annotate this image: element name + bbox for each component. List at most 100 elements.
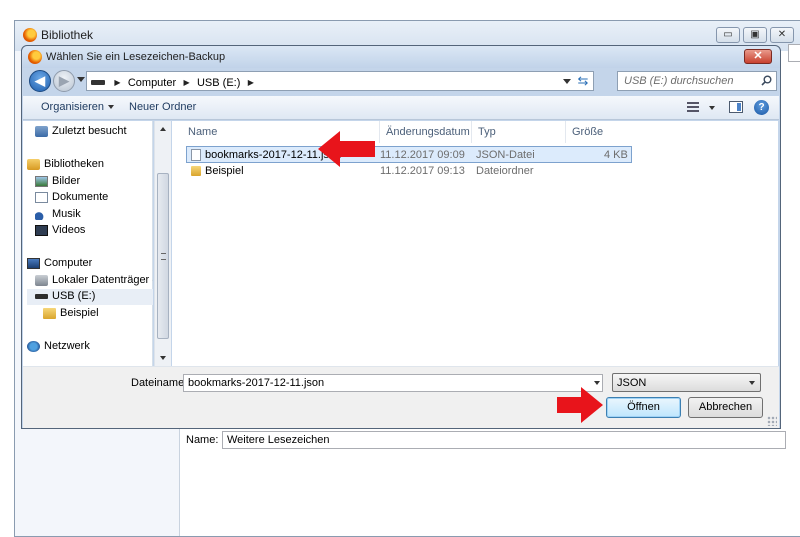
filetype-select[interactable]: JSON	[612, 373, 761, 392]
library-title: Bibliothek	[41, 28, 94, 42]
nav-item-usb-folder[interactable]: Beispiel	[43, 307, 99, 319]
file-type: Dateiordner	[476, 165, 534, 177]
search-placeholder: USB (E:) durchsuchen	[624, 75, 734, 87]
hard-disk-icon	[35, 274, 48, 286]
address-row: ◀ ▶ ▶ Computer ▶ USB (E:) ▶ ⇆ USB (E:) d…	[26, 68, 777, 98]
videos-icon	[35, 224, 48, 236]
resize-grip-icon[interactable]	[767, 416, 777, 426]
dialog-close-button[interactable]: ✕	[744, 49, 772, 64]
chevron-right-icon[interactable]: ▶	[114, 78, 120, 87]
chevron-right-icon[interactable]: ▶	[248, 78, 254, 87]
name-label: Name:	[186, 434, 219, 446]
filename-field[interactable]: bookmarks-2017-12-11.json	[183, 374, 603, 392]
music-icon	[35, 208, 48, 220]
file-name: Beispiel	[205, 165, 244, 177]
file-open-dialog: Wählen Sie ein Lesezeichen-Backup ✕ ◀ ▶ …	[21, 45, 781, 429]
network-icon	[27, 340, 40, 352]
scroll-down-arrow-icon[interactable]	[160, 356, 166, 360]
filename-label: Dateiname:	[131, 377, 188, 389]
file-row[interactable]: bookmarks-2017-12-11.json 11.12.2017 09:…	[186, 146, 632, 163]
nav-item-local-disk[interactable]: Lokaler Datenträger (C:)	[35, 274, 153, 286]
annotation-arrow-left-icon	[318, 131, 375, 167]
scrollbar-thumb[interactable]	[157, 173, 169, 339]
forward-button[interactable]: ▶	[53, 70, 75, 92]
nav-item-libraries[interactable]: Bibliotheken	[27, 158, 104, 170]
breadcrumb-usb[interactable]: USB (E:)	[197, 77, 240, 89]
organize-label: Organisieren	[41, 101, 104, 113]
file-type: JSON-Datei	[476, 149, 535, 161]
preview-pane-icon[interactable]	[729, 101, 743, 113]
address-dropdown[interactable]	[563, 79, 571, 84]
minimize-button[interactable]: ▭	[716, 27, 740, 43]
navigation-pane: Zuletzt besucht Bibliotheken Bilder Doku…	[23, 121, 153, 366]
help-icon[interactable]: ?	[754, 100, 769, 115]
json-file-icon	[191, 149, 201, 162]
maximize-button[interactable]: ▣	[743, 27, 767, 43]
search-input[interactable]: USB (E:) durchsuchen	[617, 71, 777, 91]
scroll-up-arrow-icon[interactable]	[160, 127, 166, 131]
nav-label: Videos	[52, 224, 86, 236]
nav-label: Zuletzt besucht	[52, 125, 127, 137]
column-header-date[interactable]: Änderungsdatum	[380, 121, 472, 143]
drive-icon	[91, 80, 105, 86]
back-button[interactable]: ◀	[29, 70, 51, 92]
file-date: 11.12.2017 09:09	[380, 149, 465, 161]
nav-item-recent[interactable]: Zuletzt besucht	[35, 125, 127, 137]
breadcrumb[interactable]: ▶ Computer ▶ USB (E:) ▶ ⇆	[86, 71, 594, 91]
filetype-value: JSON	[617, 377, 647, 389]
nav-item-music[interactable]: Musik	[35, 208, 81, 220]
nav-item-network[interactable]: Netzwerk	[27, 340, 90, 352]
search-icon[interactable]	[761, 75, 772, 86]
file-row[interactable]: Beispiel 11.12.2017 09:13 Dateiordner	[186, 163, 632, 180]
name-field[interactable]: Weitere Lesezeichen	[222, 431, 786, 449]
column-header-size[interactable]: Größe	[566, 121, 628, 143]
chevron-down-icon	[749, 381, 755, 385]
view-options-icon[interactable]	[687, 102, 699, 112]
cancel-button[interactable]: Abbrechen	[688, 397, 763, 418]
file-size: 4 KB	[604, 149, 628, 161]
firefox-icon	[23, 28, 37, 42]
nav-item-documents[interactable]: Dokumente	[35, 191, 108, 203]
nav-label: Computer	[44, 257, 93, 269]
open-button[interactable]: Öffnen	[606, 397, 681, 418]
dialog-titlebar: Wählen Sie ein Lesezeichen-Backup ✕	[22, 46, 780, 68]
nav-label: USB (E:)	[52, 290, 96, 302]
dialog-title: Wählen Sie ein Lesezeichen-Backup	[46, 51, 226, 63]
libraries-icon	[27, 158, 40, 170]
nav-label: Dokumente	[52, 191, 109, 203]
library-close-button[interactable]: ✕	[770, 27, 794, 43]
nav-item-pictures[interactable]: Bilder	[35, 175, 80, 187]
organize-menu[interactable]: Organisieren	[41, 101, 114, 113]
pictures-icon	[35, 175, 48, 187]
navigation-scrollbar[interactable]	[154, 121, 171, 366]
toolbar: Organisieren Neuer Ordner ?	[23, 96, 779, 120]
chevron-down-icon[interactable]	[709, 106, 715, 110]
chevron-right-icon[interactable]: ▶	[183, 78, 189, 87]
library-search-field[interactable]	[788, 44, 800, 62]
grip-icon	[161, 253, 166, 260]
nav-label: Musik	[52, 208, 81, 220]
dialog-footer: Dateiname: bookmarks-2017-12-11.json JSO…	[23, 366, 779, 428]
usb-drive-icon	[35, 293, 48, 299]
new-folder-button[interactable]: Neuer Ordner	[129, 101, 196, 113]
folder-icon	[43, 307, 56, 319]
nav-item-computer[interactable]: Computer	[27, 257, 92, 269]
breadcrumb-computer[interactable]: Computer	[128, 77, 176, 89]
folder-icon	[191, 166, 201, 177]
recent-pages-dropdown[interactable]	[77, 77, 85, 82]
computer-icon	[27, 257, 40, 269]
refresh-icon[interactable]: ⇆	[575, 73, 591, 89]
recent-places-icon	[35, 125, 48, 137]
nav-label: Bibliotheken	[44, 158, 104, 170]
nav-label: Netzwerk	[44, 340, 90, 352]
file-list: Name Änderungsdatum Typ Größe bookmarks-…	[172, 121, 778, 366]
nav-label: Bilder	[52, 175, 81, 187]
nav-item-usb[interactable]: USB (E:)	[27, 289, 153, 305]
file-date: 11.12.2017 09:13	[380, 165, 465, 177]
chevron-down-icon[interactable]	[594, 381, 600, 385]
nav-item-videos[interactable]: Videos	[35, 224, 85, 236]
column-header-type[interactable]: Typ	[472, 121, 566, 143]
file-name-cell: Beispiel	[191, 165, 244, 177]
firefox-icon	[28, 50, 42, 64]
nav-label: Lokaler Datenträger (C:)	[52, 274, 153, 286]
